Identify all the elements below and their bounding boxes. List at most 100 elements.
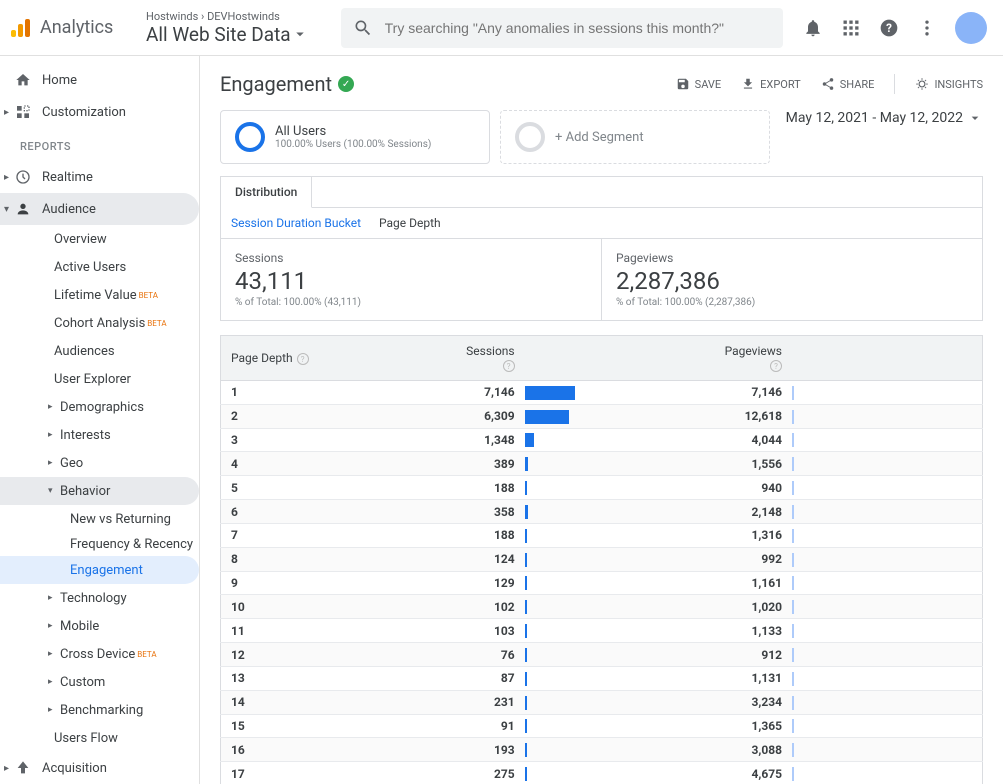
nav-audiences[interactable]: Audiences (0, 337, 199, 365)
cell-sessions: 124 (456, 547, 524, 571)
segment-title: All Users (275, 124, 431, 139)
nav-overview[interactable]: Overview (0, 225, 199, 253)
cell-pageviews-bar (792, 619, 983, 643)
nav-benchmarking[interactable]: ▸Benchmarking (0, 696, 199, 724)
chevron-down-icon: ▾ (4, 204, 9, 215)
search-bar[interactable] (341, 8, 783, 48)
nav-realtime[interactable]: ▸ Realtime (0, 161, 199, 193)
nav-frequency[interactable]: Frequency & Recency (0, 533, 199, 556)
cell-sessions: 193 (456, 738, 524, 762)
cell-sessions-bar (525, 666, 715, 690)
subtab-duration[interactable]: Session Duration Bucket (231, 216, 361, 230)
cell-sessions-bar (525, 738, 715, 762)
nav-active-users[interactable]: Active Users (0, 253, 199, 281)
nav-cross-device[interactable]: ▸Cross DeviceBETA (0, 640, 199, 668)
col-sessions[interactable]: Sessions? (456, 336, 524, 381)
beta-badge: BETA (139, 291, 158, 300)
nav-geo[interactable]: ▸Geo (0, 449, 199, 477)
cell-depth: 10 (221, 595, 457, 619)
save-button[interactable]: SAVE (676, 77, 722, 91)
subtab-depth[interactable]: Page Depth (379, 216, 441, 230)
cell-depth: 1 (221, 381, 457, 405)
nav-audience[interactable]: ▾ Audience (0, 193, 199, 225)
share-button[interactable]: SHARE (821, 77, 875, 91)
cell-depth: 14 (221, 690, 457, 714)
cell-sessions-bar (525, 452, 715, 476)
cell-sessions-bar (525, 690, 715, 714)
report-main: Engagement ✓ SAVE EXPORT SHARE INSIGHTS … (200, 56, 1003, 784)
cell-pageviews-bar (792, 714, 983, 738)
nav-lifetime-value[interactable]: Lifetime ValueBETA (0, 281, 199, 309)
cell-pageviews: 4,044 (715, 428, 792, 452)
table-row: 1276912 (221, 643, 983, 667)
help-icon[interactable]: ? (770, 360, 782, 372)
user-avatar[interactable] (955, 12, 987, 44)
nav-acquisition[interactable]: ▸ Acquisition (0, 752, 199, 784)
more-vert-icon[interactable] (917, 18, 937, 38)
cell-pageviews: 2,148 (715, 500, 792, 524)
table-row: 26,30912,618 (221, 404, 983, 428)
nav-home[interactable]: Home (0, 64, 199, 96)
cell-pageviews: 3,088 (715, 738, 792, 762)
nav-customization[interactable]: ▸ Customization (0, 96, 199, 128)
help-icon[interactable]: ? (297, 353, 309, 365)
nav-engagement[interactable]: Engagement (0, 556, 199, 584)
col-pageviews[interactable]: Pageviews? (715, 336, 792, 381)
save-icon (676, 77, 690, 91)
nav-custom[interactable]: ▸Custom (0, 668, 199, 696)
cell-sessions-bar (525, 476, 715, 500)
cell-pageviews: 3,234 (715, 690, 792, 714)
search-input[interactable] (385, 20, 771, 36)
cell-sessions-bar (525, 571, 715, 595)
cell-pageviews: 7,146 (715, 381, 792, 405)
cell-sessions-bar (525, 595, 715, 619)
cell-sessions-bar (525, 619, 715, 643)
cell-pageviews-bar (792, 738, 983, 762)
table-row: 63582,148 (221, 500, 983, 524)
segment-all-users[interactable]: All Users 100.00% Users (100.00% Session… (220, 110, 490, 164)
cell-pageviews-bar (792, 476, 983, 500)
cell-depth: 2 (221, 404, 457, 428)
nav-mobile[interactable]: ▸Mobile (0, 612, 199, 640)
insights-button[interactable]: INSIGHTS (915, 77, 983, 91)
cell-sessions-bar (525, 547, 715, 571)
table-row: 161933,088 (221, 738, 983, 762)
date-range-picker[interactable]: May 12, 2021 - May 12, 2022 (786, 110, 983, 126)
nav-new-vs-returning[interactable]: New vs Returning (0, 505, 199, 533)
table-row: 172754,675 (221, 762, 983, 784)
apps-grid-icon[interactable] (841, 18, 861, 38)
nav-technology[interactable]: ▸Technology (0, 584, 199, 612)
account-selector[interactable]: Hostwinds › DEVHostwinds All Web Site Da… (146, 10, 309, 46)
subtabs: Session Duration Bucket Page Depth (220, 207, 983, 239)
cell-sessions: 188 (456, 476, 524, 500)
cell-sessions: 7,146 (456, 381, 524, 405)
cell-sessions: 6,309 (456, 404, 524, 428)
cell-pageviews: 1,020 (715, 595, 792, 619)
nav-interests[interactable]: ▸Interests (0, 421, 199, 449)
add-segment-button[interactable]: + Add Segment (500, 110, 770, 164)
help-icon[interactable]: ? (503, 360, 515, 372)
cell-sessions: 91 (456, 714, 524, 738)
product-logo[interactable]: Analytics (8, 16, 138, 40)
cell-sessions-bar (525, 404, 715, 428)
cell-sessions: 1,348 (456, 428, 524, 452)
export-button[interactable]: EXPORT (741, 77, 801, 91)
metric-pageviews: Pageviews 2,287,386 % of Total: 100.00% … (601, 239, 982, 320)
notifications-icon[interactable] (803, 18, 823, 38)
nav-users-flow[interactable]: Users Flow (0, 724, 199, 752)
nav-demographics[interactable]: ▸Demographics (0, 393, 199, 421)
help-icon[interactable]: ? (879, 18, 899, 38)
cell-sessions-bar (525, 643, 715, 667)
col-depth[interactable]: Page Depth? (221, 336, 457, 381)
table-row: 17,1467,146 (221, 381, 983, 405)
nav-user-explorer[interactable]: User Explorer (0, 365, 199, 393)
tab-distribution[interactable]: Distribution (221, 177, 312, 208)
cell-pageviews-bar (792, 762, 983, 784)
cell-sessions-bar (525, 714, 715, 738)
nav-cohort[interactable]: Cohort AnalysisBETA (0, 309, 199, 337)
view-selector[interactable]: All Web Site Data (146, 23, 309, 46)
table-row: 15911,365 (221, 714, 983, 738)
nav-behavior[interactable]: ▾Behavior (0, 477, 199, 505)
cell-pageviews-bar (792, 452, 983, 476)
customize-icon (14, 104, 32, 120)
